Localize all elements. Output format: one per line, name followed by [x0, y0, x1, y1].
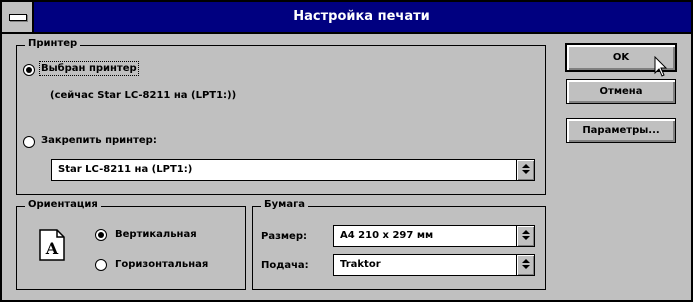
portrait-radio[interactable] [95, 229, 107, 241]
specific-printer-value: Star LC-8211 на (LPT1:) [58, 164, 193, 175]
system-menu-icon [9, 14, 27, 21]
dropdown-arrow-icon[interactable] [516, 255, 534, 275]
orientation-group: Ориентация A Вертикальная Горизонтальная [16, 199, 246, 290]
default-printer-label[interactable]: Выбран принтер [39, 61, 139, 76]
landscape-radio[interactable] [95, 259, 107, 271]
current-printer-text: (сейчас Star LC-8211 на (LPT1:)) [50, 90, 237, 101]
title-bar: Настройка печати [2, 2, 691, 34]
page-orientation-letter: A [45, 239, 59, 258]
cancel-button[interactable]: Отмена [566, 79, 676, 104]
specific-printer-radio[interactable] [23, 136, 35, 148]
options-button[interactable]: Параметры... [566, 118, 676, 143]
specific-printer-select[interactable]: Star LC-8211 на (LPT1:) [51, 159, 535, 181]
window-title: Настройка печати [293, 9, 430, 24]
specific-printer-label[interactable]: Закрепить принтер: [41, 135, 157, 146]
page-orientation-icon: A [39, 229, 65, 261]
portrait-label[interactable]: Вертикальная [115, 229, 197, 240]
orientation-group-legend: Ориентация [25, 199, 101, 210]
mouse-pointer-icon [654, 56, 668, 77]
ok-button-label: OK [612, 52, 630, 63]
dropdown-arrow-icon[interactable] [516, 226, 534, 246]
landscape-label[interactable]: Горизонтальная [115, 259, 208, 270]
paper-source-value: Traktor [340, 259, 381, 270]
default-printer-label-text: Выбран принтер [41, 63, 137, 74]
printer-group: Принтер Выбран принтер (сейчас Star LC-8… [16, 38, 546, 195]
paper-source-label: Подача: [261, 260, 309, 271]
system-menu-button[interactable] [2, 2, 34, 32]
printer-group-legend: Принтер [25, 38, 81, 49]
cancel-button-label: Отмена [599, 86, 643, 97]
paper-group: Бумага Размер: А4 210 x 297 мм Подача: T… [252, 199, 546, 290]
print-setup-dialog: Настройка печати Принтер Выбран принтер … [0, 0, 693, 302]
dropdown-arrow-icon[interactable] [516, 160, 534, 180]
paper-size-label: Размер: [261, 231, 308, 242]
paper-size-value: А4 210 x 297 мм [340, 230, 434, 241]
options-button-label: Параметры... [582, 125, 660, 136]
paper-group-legend: Бумага [261, 199, 309, 210]
paper-source-select[interactable]: Traktor [333, 254, 535, 276]
default-printer-radio[interactable] [23, 64, 35, 76]
paper-size-select[interactable]: А4 210 x 297 мм [333, 225, 535, 247]
